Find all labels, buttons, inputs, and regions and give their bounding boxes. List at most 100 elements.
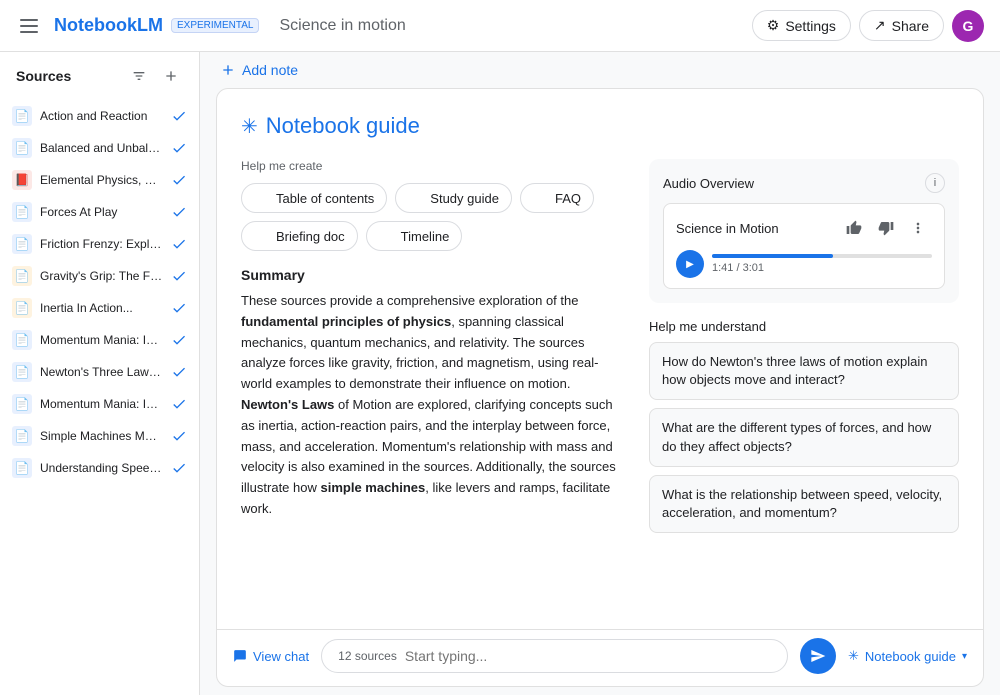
progress-fill [712, 254, 833, 258]
source-check-icon [171, 140, 187, 156]
create-button[interactable]: Table of contents [241, 183, 387, 213]
audio-header: Audio Overview i [663, 173, 945, 193]
list-item[interactable]: 📄 Simple Machines Make... [4, 420, 195, 452]
list-item[interactable]: 📄 Action and Reaction [4, 100, 195, 132]
sidebar: Sources 📄 Action and Reaction 📄 Balanced… [0, 52, 200, 695]
create-button[interactable]: Briefing doc [241, 221, 358, 251]
source-label: Simple Machines Make... [40, 429, 163, 443]
source-icon: 📄 [12, 394, 32, 414]
source-check-icon [171, 300, 187, 316]
guide-star-icon: ✳ [241, 114, 258, 139]
content-top-bar: Add note [200, 52, 1000, 88]
source-icon: 📄 [12, 298, 32, 318]
list-item[interactable]: 📄 Forces At Play [4, 196, 195, 228]
more-button[interactable] [904, 214, 932, 242]
source-label: Inertia In Action... [40, 301, 163, 315]
audio-info-button[interactable]: i [925, 173, 945, 193]
view-chat-button[interactable]: View chat [233, 649, 309, 664]
source-check-icon [171, 428, 187, 444]
source-check-icon [171, 396, 187, 412]
top-navigation: NotebookLM EXPERIMENTAL Science in motio… [0, 0, 1000, 52]
progress-track [712, 254, 932, 258]
understand-question-button[interactable]: How do Newton's three laws of motion exp… [649, 342, 959, 400]
list-item[interactable]: 📄 Momentum Mania: Inves... [4, 388, 195, 420]
notebook-guide-button[interactable]: ✳ Notebook guide ▾ [848, 648, 967, 664]
filter-icon[interactable] [127, 64, 151, 88]
understand-question-button[interactable]: What are the different types of forces, … [649, 408, 959, 466]
summary-title: Summary [241, 267, 625, 283]
source-label: Gravity's Grip: The Force... [40, 269, 163, 283]
list-item[interactable]: 📄 Understanding Speed, Ve... [4, 452, 195, 484]
bottom-bar: View chat 12 sources ✳ Notebook guide ▾ [217, 629, 983, 686]
source-label: Momentum Mania: Inves... [40, 333, 163, 347]
list-item[interactable]: 📄 Gravity's Grip: The Force... [4, 260, 195, 292]
create-button[interactable]: Timeline [366, 221, 463, 251]
source-label: Balanced and Unbalance... [40, 141, 163, 155]
thumbup-button[interactable] [840, 214, 868, 242]
audio-overview: Audio Overview i Science in Motion [649, 159, 959, 303]
source-icon: 📄 [12, 426, 32, 446]
source-label: Momentum Mania: Inves... [40, 397, 163, 411]
source-icon: 📄 [12, 138, 32, 158]
main-layout: Sources 📄 Action and Reaction 📄 Balanced… [0, 52, 1000, 695]
source-icon: 📄 [12, 362, 32, 382]
audio-card-header: Science in Motion [676, 214, 932, 242]
list-item[interactable]: 📕 Elemental Physics, Third... [4, 164, 195, 196]
audio-actions [840, 214, 932, 242]
hamburger-menu[interactable] [16, 15, 42, 37]
list-item[interactable]: 📄 Newton's Three Laws... [4, 356, 195, 388]
sources-list: 📄 Action and Reaction 📄 Balanced and Unb… [0, 100, 199, 695]
create-btn-icon [254, 190, 270, 206]
create-btn-icon [533, 190, 549, 206]
source-check-icon [171, 236, 187, 252]
understand-buttons: How do Newton's three laws of motion exp… [649, 342, 959, 541]
chat-input-container: 12 sources [321, 639, 788, 673]
help-create-label: Help me create [241, 159, 625, 173]
progress-bar[interactable]: 1:41 / 3:01 [712, 254, 932, 274]
guide-title: ✳ Notebook guide [241, 113, 959, 139]
logo-badge: EXPERIMENTAL [171, 18, 260, 33]
panel-right: Audio Overview i Science in Motion [649, 159, 959, 541]
play-button[interactable]: ▶ [676, 250, 704, 278]
avatar[interactable]: G [952, 10, 984, 42]
create-btn-icon [379, 228, 395, 244]
source-check-icon [171, 172, 187, 188]
create-button[interactable]: Study guide [395, 183, 512, 213]
source-label: Elemental Physics, Third... [40, 173, 163, 187]
nav-actions: ⚙ Settings ↗ Share G [752, 10, 984, 42]
understand-question-button[interactable]: What is the relationship between speed, … [649, 475, 959, 533]
send-button[interactable] [800, 638, 836, 674]
share-icon: ↗ [874, 17, 886, 34]
panel-two-col: Help me create Table of contents Study gu… [241, 159, 959, 541]
audio-player: ▶ 1:41 / 3:01 [676, 250, 932, 278]
source-check-icon [171, 204, 187, 220]
audio-card: Science in Motion [663, 203, 945, 289]
add-source-icon[interactable] [159, 64, 183, 88]
source-label: Newton's Three Laws... [40, 365, 163, 379]
content-area: Add note ✳ Notebook guide Help me create… [200, 52, 1000, 695]
share-button[interactable]: ↗ Share [859, 10, 944, 41]
create-buttons: Table of contents Study guide FAQ Briefing … [241, 183, 625, 251]
source-icon: 📄 [12, 234, 32, 254]
help-understand-label: Help me understand [649, 319, 959, 334]
list-item[interactable]: 📄 Inertia In Action... [4, 292, 195, 324]
settings-button[interactable]: ⚙ Settings [752, 10, 851, 41]
chat-input[interactable] [405, 648, 771, 664]
create-button[interactable]: FAQ [520, 183, 594, 213]
list-item[interactable]: 📄 Momentum Mania: Inves... [4, 324, 195, 356]
thumbdown-button[interactable] [872, 214, 900, 242]
source-icon: 📄 [12, 330, 32, 350]
logo-area: NotebookLM EXPERIMENTAL [54, 15, 259, 36]
source-icon: 📄 [12, 202, 32, 222]
list-item[interactable]: 📄 Balanced and Unbalance... [4, 132, 195, 164]
list-item[interactable]: 📄 Friction Frenzy: Explorin... [4, 228, 195, 260]
source-check-icon [171, 364, 187, 380]
source-check-icon [171, 108, 187, 124]
sources-title: Sources [16, 68, 71, 84]
add-note-button[interactable]: Add note [220, 62, 298, 78]
create-btn-icon [408, 190, 424, 206]
source-label: Action and Reaction [40, 109, 163, 123]
sidebar-header: Sources [0, 52, 199, 100]
logo-text: NotebookLM [54, 15, 163, 36]
panel-inner: ✳ Notebook guide Help me create Table of… [217, 89, 983, 629]
